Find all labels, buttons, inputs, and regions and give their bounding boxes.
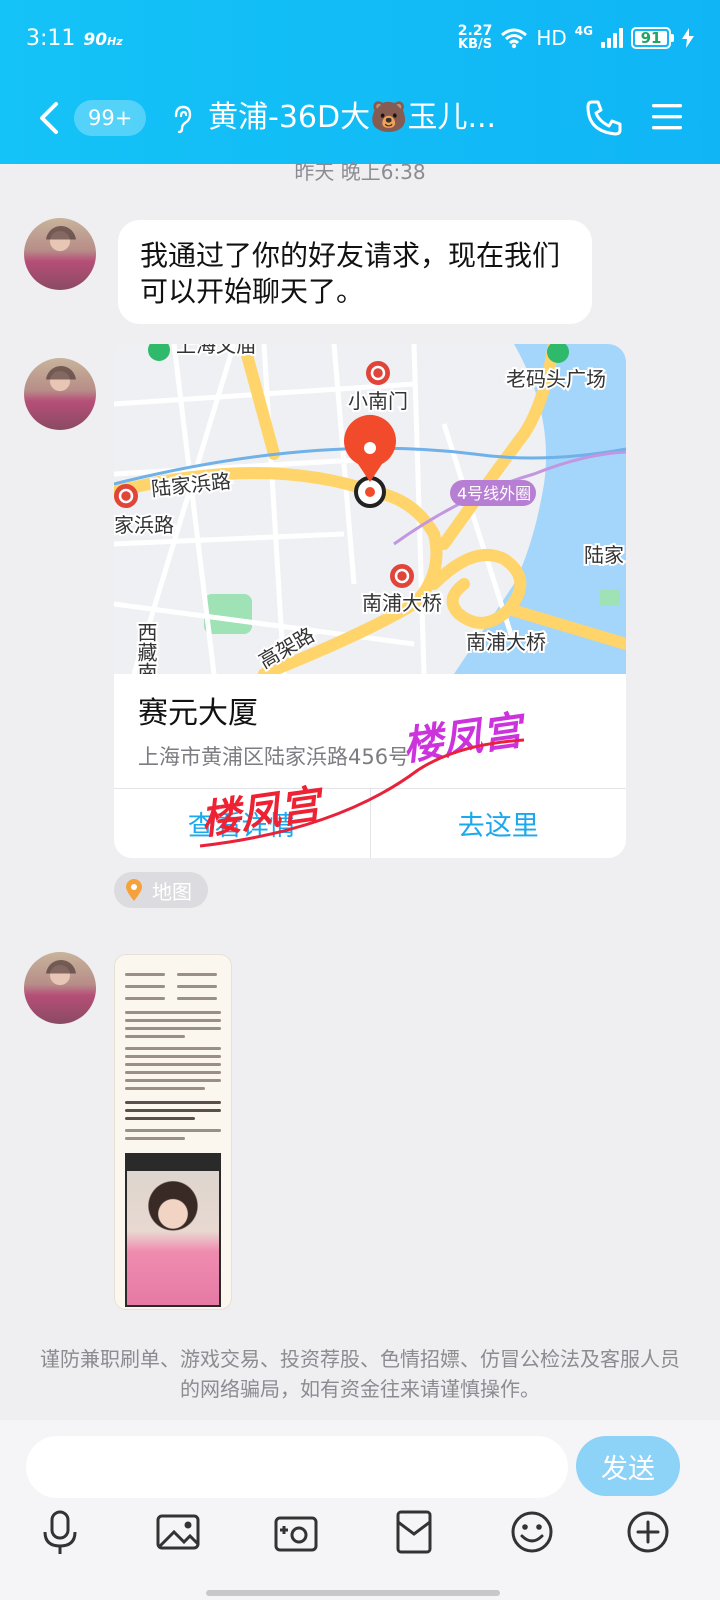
refresh-rate: 90Hz [83, 29, 123, 50]
phone-call-icon[interactable] [584, 98, 624, 138]
avatar[interactable] [24, 358, 96, 430]
chat-header: 3:11 90Hz 2.27 KB/S HD 4G 91 99+ 黄浦-36D大… [0, 0, 720, 164]
chat-title[interactable]: 黄浦-36D大🐻玉儿... [208, 98, 496, 138]
map-label: 上海文庙 [176, 344, 256, 357]
map-tag[interactable]: 地图 [114, 872, 208, 908]
map-preview[interactable]: 上海文庙 小南门 老码头广场 陆家浜路 家浜路 陆家 南浦大桥 南浦大桥 西藏南… [114, 344, 626, 674]
hd-indicator: HD [536, 26, 567, 50]
image-thumbnail-photo [125, 1153, 221, 1307]
location-name: 赛元大厦 [138, 696, 258, 731]
wifi-icon [501, 28, 528, 49]
send-button[interactable]: 发送 [576, 1436, 680, 1496]
avatar[interactable] [24, 218, 96, 290]
message-input[interactable] [26, 1436, 568, 1498]
red-packet-icon[interactable] [390, 1508, 438, 1556]
image-message[interactable] [114, 954, 232, 1310]
text-message-bubble[interactable]: 我通过了你的好友请求，现在我们可以开始聊天了。 [118, 220, 592, 324]
map-label: 家浜路 [114, 513, 174, 537]
message-timestamp: 昨天 晚上6:38 [294, 160, 426, 184]
status-time: 3:11 [26, 25, 76, 51]
unread-count-badge[interactable]: 99+ [74, 100, 147, 136]
menu-icon[interactable] [650, 100, 684, 134]
map-label: 南浦大桥 [362, 591, 442, 615]
microphone-icon[interactable] [36, 1508, 84, 1556]
battery-level: 91 [640, 29, 662, 47]
plus-icon[interactable] [624, 1508, 672, 1556]
status-bar: 3:11 90Hz 2.27 KB/S HD 4G 91 [26, 20, 694, 56]
battery-icon: 91 [631, 27, 674, 49]
camera-icon[interactable] [272, 1508, 320, 1556]
map-tag-label: 地图 [152, 879, 192, 904]
signal-icon [601, 28, 623, 48]
location-marker-icon [126, 879, 142, 901]
emoji-icon[interactable] [508, 1508, 556, 1556]
nav-bar: 99+ 黄浦-36D大🐻玉儿... [0, 86, 720, 152]
fraud-warning-notice: 谨防兼职刷单、游戏交易、投资荐股、色情招嫖、仿冒公检法及客服人员的网络骗局，如有… [40, 1347, 680, 1401]
earpiece-mode-icon[interactable] [170, 104, 194, 134]
home-indicator[interactable] [206, 1590, 500, 1596]
back-arrow-icon[interactable] [34, 100, 64, 136]
map-label: 南浦大桥 [466, 630, 546, 654]
metro-line-label: 4号线外圈 [457, 484, 531, 503]
map-label: 小南门 [348, 389, 408, 413]
watermark-swoosh [199, 738, 525, 848]
network-speed: 2.27 KB/S [457, 23, 493, 52]
network-type: 4G [574, 24, 593, 38]
map-label: 西藏南 [134, 622, 158, 674]
charging-icon [682, 28, 694, 48]
map-label: 陆家 [584, 543, 624, 567]
avatar[interactable] [24, 952, 96, 1024]
map-label: 老码头广场 [506, 367, 606, 391]
input-bar: 发送 [0, 1420, 720, 1600]
photo-icon[interactable] [154, 1508, 202, 1556]
